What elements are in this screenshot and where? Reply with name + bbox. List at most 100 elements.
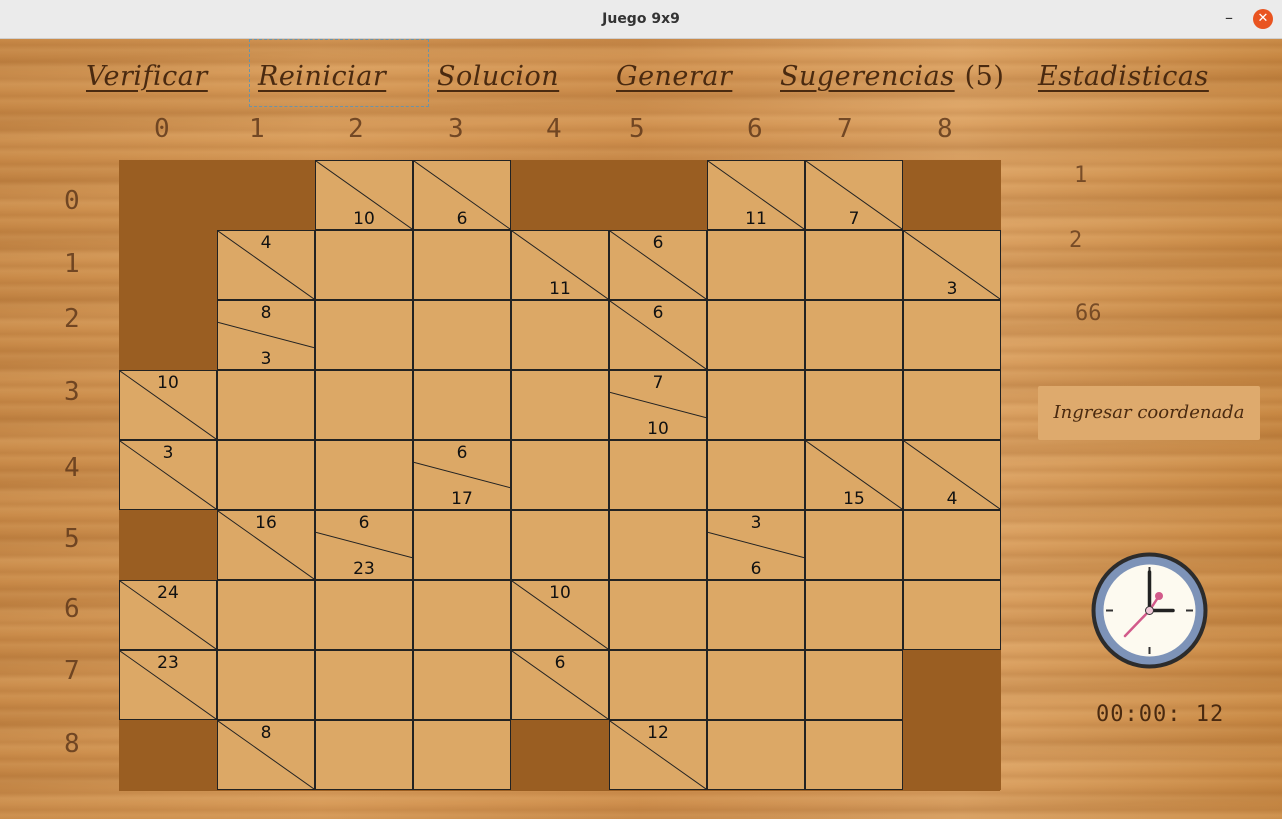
input-cell[interactable] [707, 230, 805, 300]
blocked-cell [217, 160, 315, 230]
column-number-8: 8 [937, 114, 953, 144]
clue-cell: 10 [315, 160, 413, 230]
game-area: Verificar Reiniciar Solucion Generar Sug… [0, 39, 1282, 819]
input-cell[interactable] [609, 440, 707, 510]
row-sum-clue: 7 [652, 373, 664, 393]
column-sum-clue: 23 [353, 559, 375, 579]
blocked-cell [119, 230, 217, 300]
column-number-5: 5 [629, 114, 645, 144]
input-cell[interactable] [315, 370, 413, 440]
column-number-2: 2 [348, 114, 364, 144]
row-sum-clue: 8 [260, 303, 272, 323]
restart-button[interactable]: Reiniciar [258, 57, 386, 97]
input-cell[interactable] [805, 510, 903, 580]
input-cell[interactable] [315, 720, 413, 790]
row-sum-clue: 12 [647, 723, 669, 743]
input-cell[interactable] [707, 580, 805, 650]
row-sum-clue: 6 [358, 513, 370, 533]
input-cell[interactable] [903, 370, 1001, 440]
minimize-button[interactable]: – [1219, 10, 1239, 30]
clue-cell: 7 10 [609, 370, 707, 440]
input-cell[interactable] [707, 440, 805, 510]
solution-button[interactable]: Solucion [437, 57, 559, 97]
column-sum-clue: 11 [549, 279, 571, 299]
input-cell[interactable] [217, 370, 315, 440]
input-cell[interactable] [413, 720, 511, 790]
input-cell[interactable] [805, 580, 903, 650]
input-cell[interactable] [511, 440, 609, 510]
input-cell[interactable] [315, 580, 413, 650]
input-cell[interactable] [707, 650, 805, 720]
input-cell[interactable] [413, 370, 511, 440]
input-cell[interactable] [805, 650, 903, 720]
column-number-6: 6 [747, 114, 763, 144]
column-number-0: 0 [154, 114, 170, 144]
input-cell[interactable] [903, 510, 1001, 580]
row-number-8: 8 [64, 729, 80, 759]
column-sum-clue: 10 [647, 419, 669, 439]
input-cell[interactable] [315, 230, 413, 300]
input-cell[interactable] [903, 300, 1001, 370]
input-cell[interactable] [609, 650, 707, 720]
input-cell[interactable] [413, 230, 511, 300]
input-cell[interactable] [609, 580, 707, 650]
input-cell[interactable] [609, 510, 707, 580]
clue-cell: 36 [707, 510, 805, 580]
close-button[interactable]: ✕ [1253, 9, 1273, 29]
clue-cell: 4 [903, 440, 1001, 510]
input-cell[interactable] [707, 300, 805, 370]
hints-button[interactable]: Sugerencias (5) [780, 57, 1004, 97]
input-cell[interactable] [217, 650, 315, 720]
input-cell[interactable] [707, 720, 805, 790]
input-cell[interactable] [805, 300, 903, 370]
input-cell[interactable] [413, 300, 511, 370]
clue-cell: 4 [217, 230, 315, 300]
kakuro-board: 10 6 11 7 4 11 6 3 8 3 6 10 7 10 3 6 17 15 4 16 6 23 3 6 24 10 23 6… [119, 160, 1001, 791]
clue-cell: 8 [217, 720, 315, 790]
clue-cell: 10 [511, 580, 609, 650]
window-title: Juego 9x9 [602, 11, 680, 27]
clue-cell: 24 [119, 580, 217, 650]
input-cell[interactable] [315, 440, 413, 510]
input-cell[interactable] [805, 720, 903, 790]
generate-button[interactable]: Generar [616, 57, 732, 97]
blocked-cell [511, 160, 609, 230]
hints-count: (5) [964, 61, 1005, 92]
input-cell[interactable] [511, 300, 609, 370]
elapsed-timer: 00:00: 12 [1096, 702, 1225, 727]
column-number-1: 1 [249, 114, 265, 144]
input-cell[interactable] [217, 440, 315, 510]
input-cell[interactable] [217, 580, 315, 650]
blocked-cell [119, 510, 217, 580]
input-cell[interactable] [413, 580, 511, 650]
column-sum-clue: 7 [848, 209, 860, 229]
input-cell[interactable] [903, 580, 1001, 650]
row-sum-clue: 24 [157, 583, 179, 603]
input-cell[interactable] [315, 650, 413, 720]
stats-button[interactable]: Estadisticas [1038, 57, 1209, 97]
input-cell[interactable] [413, 650, 511, 720]
blocked-cell [119, 300, 217, 370]
input-cell[interactable] [315, 300, 413, 370]
title-bar: Juego 9x9 – ✕ [0, 0, 1282, 39]
clue-cell: 11 [511, 230, 609, 300]
clue-cell: 6 [609, 300, 707, 370]
blocked-cell [119, 720, 217, 790]
enter-coordinate-button[interactable]: Ingresar coordenada [1038, 386, 1260, 440]
row-sum-clue: 3 [162, 443, 174, 463]
clue-cell: 3 [903, 230, 1001, 300]
input-cell[interactable] [511, 510, 609, 580]
row-number-1: 1 [64, 249, 80, 279]
column-sum-clue: 10 [353, 209, 375, 229]
row-number-2: 2 [64, 304, 80, 334]
input-cell[interactable] [511, 370, 609, 440]
side-value-2: 2 [1069, 228, 1083, 253]
input-cell[interactable] [805, 230, 903, 300]
input-cell[interactable] [413, 510, 511, 580]
row-number-7: 7 [64, 656, 80, 686]
verify-button[interactable]: Verificar [86, 57, 208, 97]
column-sum-clue: 6 [750, 559, 762, 579]
column-sum-clue: 17 [451, 489, 473, 509]
input-cell[interactable] [707, 370, 805, 440]
input-cell[interactable] [805, 370, 903, 440]
